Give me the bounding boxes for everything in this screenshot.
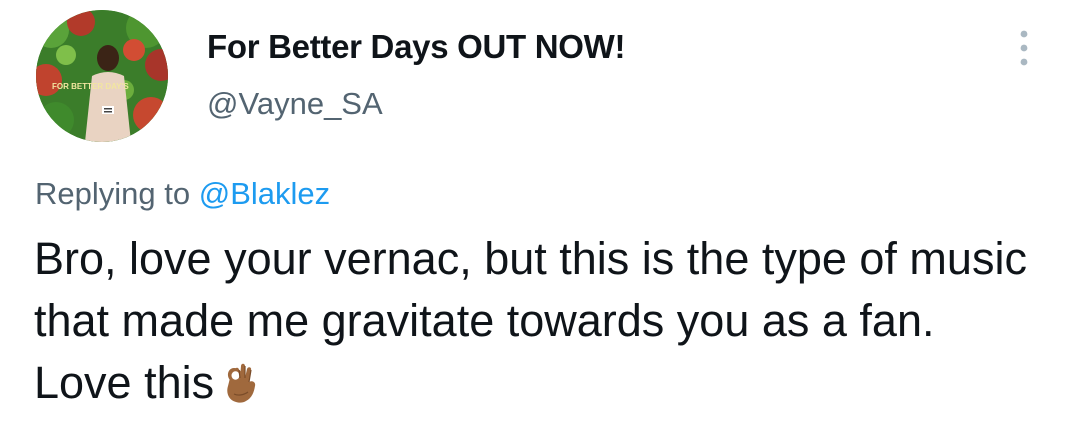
avatar[interactable]: FOR BETTER DAY'S <box>36 10 168 142</box>
tweet-text-content: Bro, love your vernac, but this is the t… <box>34 233 1027 408</box>
more-options-button[interactable] <box>1008 24 1040 72</box>
tweet-text: Bro, love your vernac, but this is the t… <box>34 228 1044 420</box>
replying-to-line: Replying to @Blaklez <box>35 176 330 212</box>
tweet-card: FOR BETTER DAY'S For Better Days OUT NOW… <box>0 0 1080 435</box>
user-handle[interactable]: @Vayne_SA <box>207 86 383 122</box>
replying-to-label: Replying to <box>35 176 191 211</box>
svg-text:FOR BETTER DAY'S: FOR BETTER DAY'S <box>52 82 129 91</box>
avatar-image: FOR BETTER DAY'S <box>36 10 168 142</box>
display-name[interactable]: For Better Days OUT NOW! <box>207 28 625 66</box>
reply-mention-link[interactable]: @Blaklez <box>199 176 330 211</box>
ok-hand-emoji-icon <box>222 358 262 420</box>
vertical-ellipsis-icon <box>1020 30 1028 66</box>
